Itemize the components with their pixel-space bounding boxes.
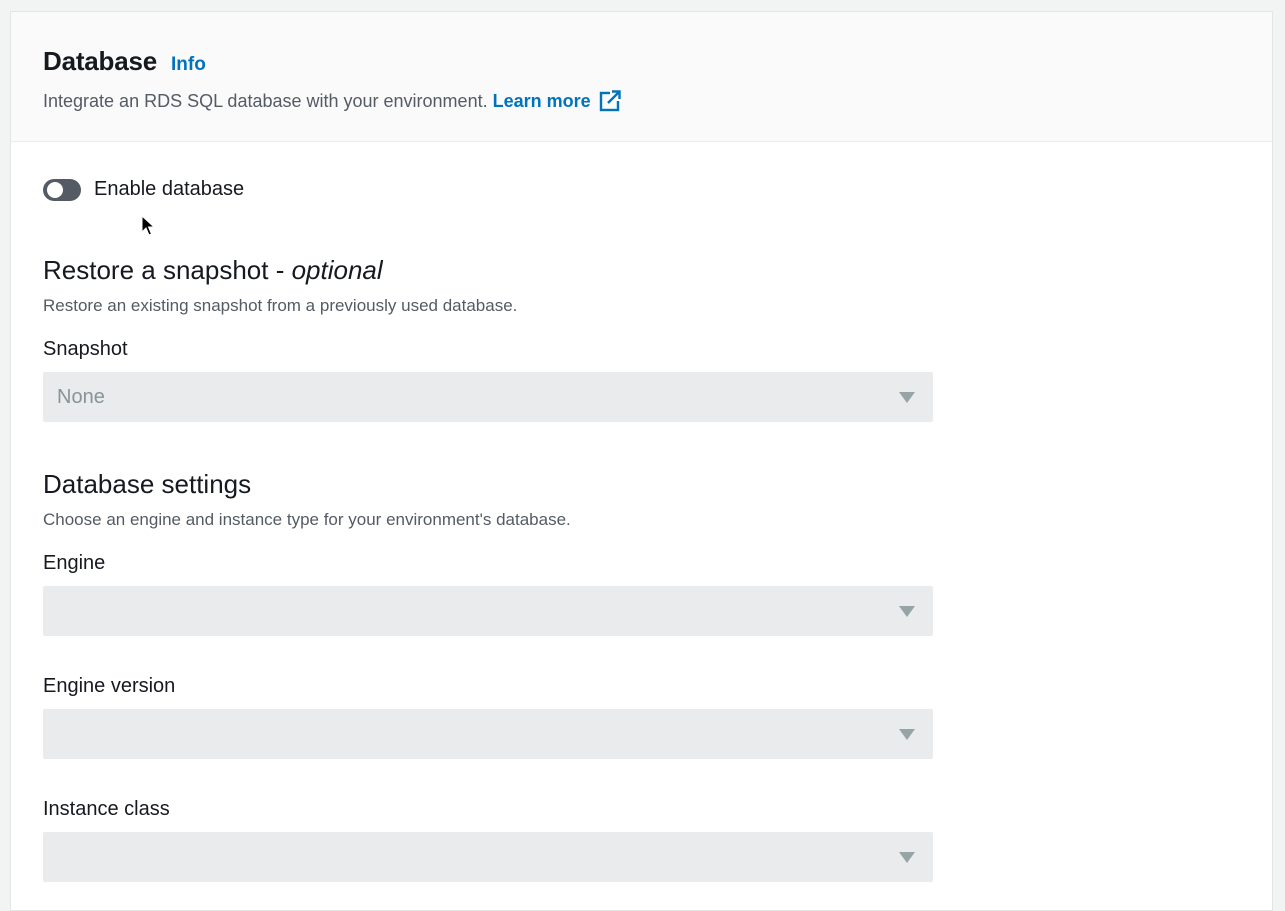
info-link[interactable]: Info — [171, 54, 206, 76]
learn-more-link[interactable]: Learn more — [493, 91, 591, 112]
snapshot-select-value: None — [57, 385, 105, 408]
restore-snapshot-heading: Restore a snapshot - optional — [43, 255, 383, 286]
snapshot-label: Snapshot — [43, 338, 128, 360]
caret-down-icon — [899, 605, 915, 617]
instance-class-select[interactable] — [43, 832, 933, 882]
database-panel: Database Info Integrate an RDS SQL datab… — [10, 11, 1273, 911]
title-row: Database Info — [43, 46, 1240, 77]
enable-database-label[interactable]: Enable database — [94, 178, 244, 201]
restore-snapshot-description: Restore an existing snapshot from a prev… — [43, 296, 518, 315]
optional-tag: optional — [291, 255, 383, 285]
panel-description: Integrate an RDS SQL database with your … — [43, 90, 1240, 112]
caret-down-icon — [899, 728, 915, 740]
database-settings-description: Choose an engine and instance type for y… — [43, 510, 571, 529]
caret-down-icon — [899, 391, 915, 403]
toggle-knob — [47, 181, 63, 198]
engine-select[interactable] — [43, 586, 933, 636]
panel-header: Database Info Integrate an RDS SQL datab… — [11, 12, 1272, 142]
enable-database-toggle[interactable] — [43, 178, 81, 201]
engine-version-select[interactable] — [43, 709, 933, 759]
enable-database-toggle-row: Enable database — [43, 178, 244, 201]
external-link-icon[interactable] — [599, 90, 621, 112]
restore-snapshot-heading-text: Restore a snapshot - — [43, 255, 292, 285]
database-settings-heading: Database settings — [43, 469, 252, 499]
engine-label: Engine — [43, 552, 106, 574]
engine-version-label: Engine version — [43, 675, 176, 697]
caret-down-icon — [899, 851, 915, 863]
instance-class-label: Instance class — [43, 798, 170, 820]
snapshot-select[interactable]: None — [43, 372, 933, 422]
panel-title: Database — [43, 46, 158, 76]
panel-description-text: Integrate an RDS SQL database with your … — [43, 90, 488, 111]
mouse-cursor-icon — [141, 214, 156, 237]
